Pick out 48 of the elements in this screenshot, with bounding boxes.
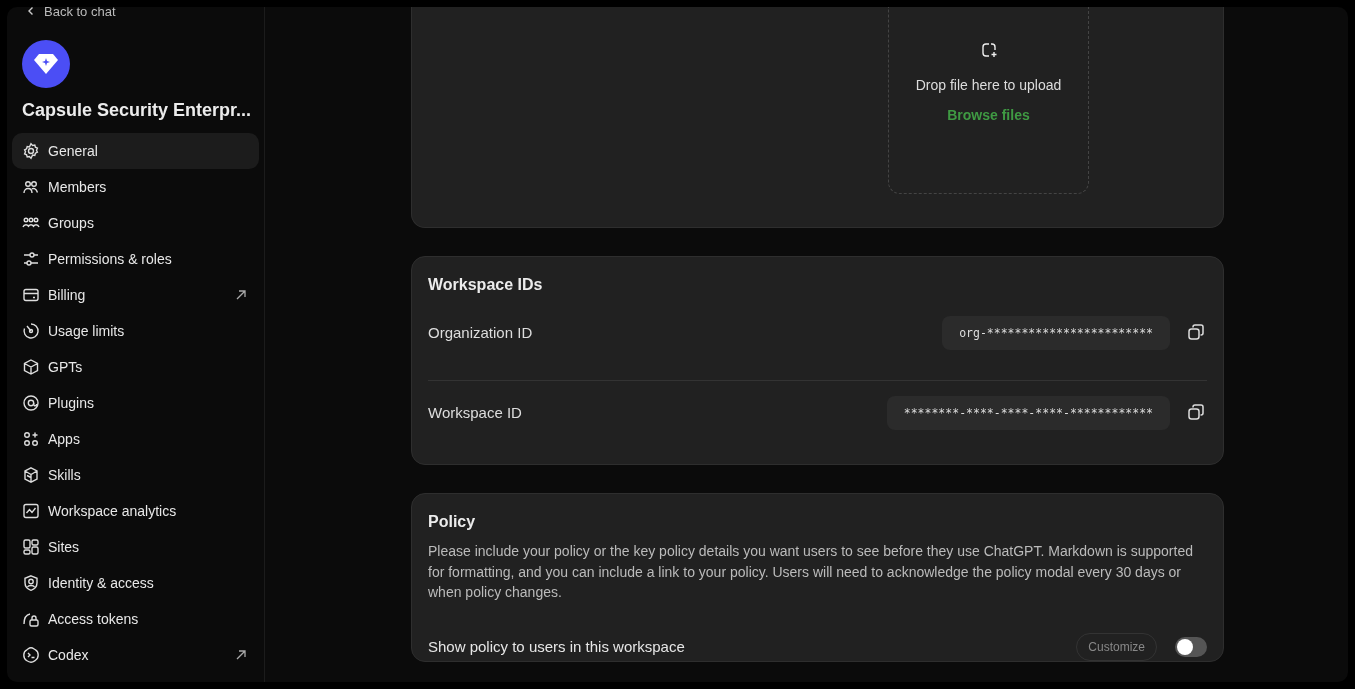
apps-icon	[22, 430, 40, 448]
at-sign-icon	[22, 394, 40, 412]
sidebar-item[interactable]: Access tokens	[12, 601, 259, 637]
sidebar-item[interactable]: General	[12, 133, 259, 169]
lock-icon	[22, 610, 40, 628]
browse-files-link[interactable]: Browse files	[947, 107, 1030, 123]
sidebar-item[interactable]: Workspace analytics	[12, 493, 259, 529]
toggle-switch[interactable]	[1175, 636, 1207, 657]
sidebar-item[interactable]: Groups	[12, 205, 259, 241]
layout-icon	[22, 538, 40, 556]
chevron-left-icon	[26, 7, 36, 16]
sidebar-item[interactable]: Billing	[12, 277, 259, 313]
sidebar-item[interactable]: Permissions & roles	[12, 241, 259, 277]
sidebar-item[interactable]: Sites	[12, 529, 259, 565]
credit-card-icon	[22, 286, 40, 304]
sidebar-item[interactable]: GPTs	[12, 349, 259, 385]
settings-icon	[22, 142, 40, 160]
workspace-logo	[22, 40, 70, 88]
cube-icon	[22, 358, 40, 376]
chart-icon	[22, 502, 40, 520]
id-value-field: ********-****-****-****-************	[886, 396, 1170, 430]
box-icon	[22, 466, 40, 484]
copy-icon[interactable]	[1187, 403, 1205, 421]
section-title: Workspace IDs	[428, 275, 544, 295]
terminal-icon	[22, 646, 40, 664]
sidebar-item[interactable]: Plugins	[12, 385, 259, 421]
setting-label: Show policy to users in this workspace	[428, 638, 686, 655]
shield-user-icon	[22, 574, 40, 592]
sidebar-item[interactable]: Usage limits	[12, 313, 259, 349]
sidebar-item[interactable]: Codex	[12, 637, 259, 673]
sidebar-item[interactable]: Apps	[12, 421, 259, 457]
back-link[interactable]: Back to chat	[12, 7, 259, 18]
workspace-name: Capsule Security Enterpr...	[22, 100, 253, 121]
copy-icon[interactable]	[1187, 323, 1205, 341]
sidebar-item[interactable]: Skills	[12, 457, 259, 493]
id-value-field: org-************************	[942, 316, 1170, 350]
sidebar-item[interactable]: Identity & access	[12, 565, 259, 601]
gauge-icon	[22, 322, 40, 340]
people-icon	[22, 178, 40, 196]
dropzone-text: Drop file here to upload	[915, 77, 1062, 93]
sidebar-item[interactable]: Members	[12, 169, 259, 205]
id-label: Organization ID	[428, 323, 534, 341]
section-title: Policy	[428, 512, 477, 532]
sliders-icon	[22, 250, 40, 268]
id-label: Workspace ID	[428, 403, 523, 421]
image-add-icon	[979, 41, 998, 59]
policy-description: Please include your policy or the key policy details you want users to see before they use ChatGPT. Markdown is supported for formatting, and you can include a link to your policy. Users will need to acknowledge the policy modal every 30 days or when policy changes.	[428, 542, 1194, 602]
file-dropzone[interactable]: Drop file here to upload Browse files	[888, 7, 1089, 194]
